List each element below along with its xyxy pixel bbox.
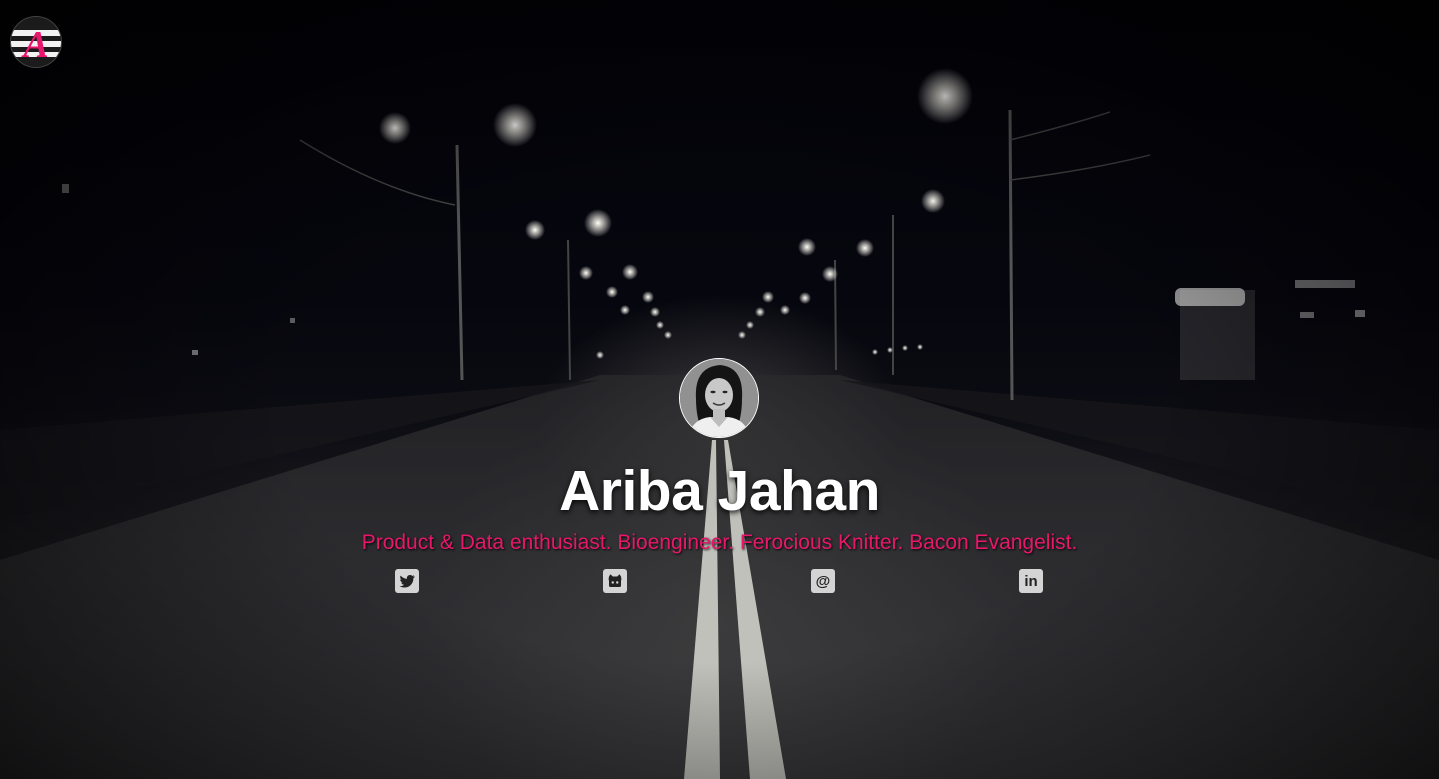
site-logo[interactable]: A [10,16,62,68]
at-sign-icon: @ [815,572,831,590]
portrait-photo [680,359,758,437]
profile-tagline: Product & Data enthusiast. Bioengineer. … [361,531,1078,554]
linkedin-link[interactable]: in [1019,569,1043,593]
github-icon [608,574,622,587]
logo-letter: A [21,24,48,66]
linkedin-icon: in [1024,572,1038,590]
twitter-icon [399,574,415,588]
profile-avatar [679,358,759,438]
email-link[interactable]: @ [811,569,835,593]
hero-background: A Ariba Jahan Product & Data enthusiast.… [0,0,1439,779]
profile-name: Ariba Jahan [559,459,880,523]
twitter-link[interactable] [395,569,419,593]
github-link[interactable] [603,569,627,593]
ariba-logo-icon: A [11,17,61,67]
